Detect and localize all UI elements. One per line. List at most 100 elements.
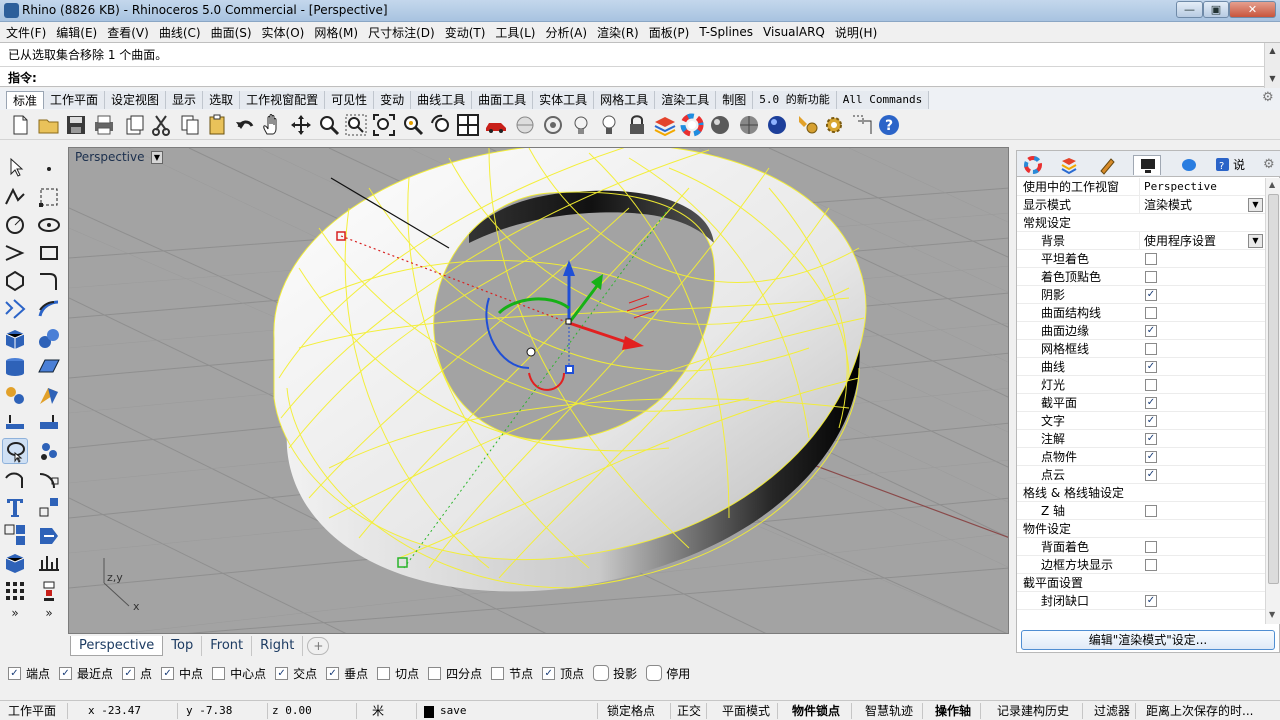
prop-background[interactable]: 背景 使用程序设置 ▼ bbox=[1017, 232, 1265, 250]
status-gumball[interactable]: 操作轴 bbox=[935, 703, 981, 719]
tab-settings-gear-icon[interactable]: ⚙ bbox=[1262, 91, 1276, 105]
tab-cplanes[interactable]: 工作平面 bbox=[44, 91, 106, 109]
minimize-button[interactable]: — bbox=[1176, 1, 1203, 18]
zoom-extents-icon[interactable] bbox=[372, 113, 396, 137]
annotations-checkbox[interactable]: ✓ bbox=[1145, 433, 1157, 445]
maximize-button[interactable]: ▣ bbox=[1203, 1, 1229, 18]
lights-checkbox[interactable] bbox=[1145, 379, 1157, 391]
color-wheel-icon[interactable] bbox=[680, 113, 704, 137]
tab-display[interactable]: 显示 bbox=[166, 91, 204, 109]
solid-tools-icon[interactable] bbox=[36, 410, 62, 436]
car-icon[interactable] bbox=[484, 113, 508, 137]
menu-tsplines[interactable]: T-Splines bbox=[699, 25, 753, 39]
tab-visibility[interactable]: 可见性 bbox=[325, 91, 375, 109]
shadows-checkbox[interactable]: ✓ bbox=[1145, 289, 1157, 301]
select-arrow-icon[interactable] bbox=[2, 154, 28, 180]
menu-help[interactable]: 说明(H) bbox=[835, 24, 877, 41]
menu-solid[interactable]: 实体(O) bbox=[262, 24, 305, 41]
osnap-point-checkbox[interactable]: ✓ bbox=[122, 666, 136, 680]
backface-checkbox[interactable] bbox=[1145, 541, 1157, 553]
osnap-vertex-checkbox[interactable]: ✓ bbox=[542, 666, 556, 680]
scroll-down-icon[interactable]: ▼ bbox=[1269, 610, 1275, 619]
zoom-icon[interactable] bbox=[317, 113, 341, 137]
scene-3d[interactable] bbox=[69, 148, 1009, 634]
tab-render-tools[interactable]: 渲染工具 bbox=[655, 91, 717, 109]
tab-set-view[interactable]: 设定视图 bbox=[105, 91, 167, 109]
scroll-down-icon[interactable]: ▼ bbox=[1265, 71, 1280, 86]
prop-display-mode[interactable]: 显示模式 渲染模式 ▼ bbox=[1017, 196, 1265, 214]
material-sphere-icon[interactable] bbox=[708, 113, 732, 137]
status-grid-snap[interactable]: 锁定格点 bbox=[607, 703, 671, 719]
osnap-end[interactable]: ✓ 端点 bbox=[8, 665, 50, 682]
extrude-icon[interactable] bbox=[2, 410, 28, 436]
status-smarttrack[interactable]: 智慧轨迹 bbox=[865, 703, 923, 719]
tab-surface-tools[interactable]: 曲面工具 bbox=[472, 91, 534, 109]
offset-icon[interactable] bbox=[36, 296, 62, 322]
sphere-cluster-icon[interactable] bbox=[36, 326, 62, 352]
curves-checkbox[interactable]: ✓ bbox=[1145, 361, 1157, 373]
osnap-quad[interactable]: 四分点 bbox=[428, 665, 482, 682]
rectangle-point-icon[interactable] bbox=[36, 184, 62, 210]
osnap-disable[interactable]: 停用 bbox=[646, 665, 690, 682]
z-axis-checkbox[interactable] bbox=[1145, 505, 1157, 517]
shaded-sphere-icon[interactable] bbox=[737, 113, 761, 137]
layers-icon[interactable] bbox=[653, 113, 677, 137]
vtab-right[interactable]: Right bbox=[252, 636, 304, 656]
chevron-down-icon[interactable]: ▼ bbox=[1248, 198, 1263, 212]
menu-render[interactable]: 渲染(R) bbox=[597, 24, 639, 41]
help-icon[interactable]: ? bbox=[877, 113, 901, 137]
osnap-near[interactable]: ✓ 最近点 bbox=[59, 665, 113, 682]
surface-patch-icon[interactable] bbox=[36, 354, 62, 380]
osnap-int[interactable]: ✓ 交点 bbox=[275, 665, 317, 682]
viewport-title[interactable]: Perspective bbox=[75, 150, 145, 164]
tab-select[interactable]: 选取 bbox=[203, 91, 241, 109]
scroll-thumb[interactable] bbox=[1268, 194, 1279, 584]
transform-icon[interactable] bbox=[36, 494, 62, 520]
viewport-menu-dropdown-icon[interactable]: ▼ bbox=[151, 151, 163, 164]
background-select[interactable]: 使用程序设置 bbox=[1139, 232, 1259, 250]
edit-display-mode-button[interactable]: 编辑"渲染模式"设定... bbox=[1021, 630, 1275, 650]
point-clouds-checkbox[interactable]: ✓ bbox=[1145, 469, 1157, 481]
box-icon[interactable] bbox=[2, 326, 28, 352]
text-checkbox[interactable]: ✓ bbox=[1145, 415, 1157, 427]
osnap-end-checkbox[interactable]: ✓ bbox=[8, 666, 21, 680]
tab-all-commands[interactable]: All Commands bbox=[836, 91, 930, 109]
settings-gear-icon[interactable] bbox=[796, 113, 820, 137]
rectangle-icon[interactable] bbox=[36, 240, 62, 266]
camera-icon[interactable] bbox=[541, 113, 565, 137]
undo-view-icon[interactable] bbox=[429, 113, 453, 137]
block-icon[interactable] bbox=[2, 522, 28, 548]
section-grid[interactable]: 格线 & 格线轴设定 bbox=[1017, 484, 1265, 502]
command-input[interactable] bbox=[44, 69, 1244, 85]
dimension-icon[interactable] bbox=[36, 466, 62, 492]
status-layer[interactable]: save bbox=[440, 703, 598, 719]
tab-drafting[interactable]: 制图 bbox=[716, 91, 754, 109]
point-icon[interactable] bbox=[36, 154, 62, 180]
options-icon[interactable] bbox=[822, 113, 846, 137]
boolean-icon[interactable] bbox=[36, 382, 62, 408]
open-folder-icon[interactable] bbox=[37, 113, 61, 137]
zoom-window-icon[interactable] bbox=[344, 113, 368, 137]
chevron-down-icon[interactable]: ▼ bbox=[1248, 234, 1263, 248]
osnap-disable-toggle[interactable] bbox=[646, 665, 663, 681]
osnap-point[interactable]: ✓ 点 bbox=[122, 665, 152, 682]
osnap-knot-checkbox[interactable] bbox=[491, 666, 505, 680]
display-icon[interactable] bbox=[1133, 155, 1161, 175]
tab-viewport-layout[interactable]: 工作视窗配置 bbox=[240, 91, 326, 109]
close-button[interactable]: ✕ bbox=[1229, 1, 1276, 18]
points-checkbox[interactable]: ✓ bbox=[1145, 451, 1157, 463]
save-icon[interactable] bbox=[64, 113, 88, 137]
scroll-up-icon[interactable]: ▲ bbox=[1265, 43, 1280, 58]
render-sphere-icon[interactable] bbox=[1175, 155, 1203, 175]
help-panel-icon[interactable]: ? 说 bbox=[1213, 155, 1253, 175]
section-general[interactable]: 常规设定 bbox=[1017, 214, 1265, 232]
osnap-project-toggle[interactable] bbox=[593, 665, 610, 681]
blue-sphere-icon[interactable] bbox=[765, 113, 789, 137]
print-icon[interactable] bbox=[92, 113, 116, 137]
fillet-curve-icon[interactable] bbox=[36, 268, 62, 294]
status-filter[interactable]: 过滤器 bbox=[1094, 703, 1136, 719]
menu-curve[interactable]: 曲线(C) bbox=[159, 24, 201, 41]
osnap-vertex[interactable]: ✓ 顶点 bbox=[542, 665, 584, 682]
menu-panels[interactable]: 面板(P) bbox=[649, 24, 690, 41]
osnap-perp[interactable]: ✓ 垂点 bbox=[326, 665, 368, 682]
